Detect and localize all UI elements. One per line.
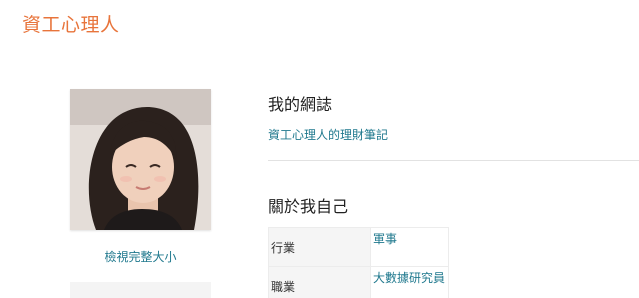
table-row: 行業 軍事 (268, 227, 449, 267)
avatar-photo (70, 89, 211, 230)
occupation-label: 職業 (268, 266, 371, 298)
blog-title[interactable]: 資工心理人 (22, 12, 120, 38)
industry-label: 行業 (268, 227, 371, 267)
blog-link[interactable]: 資工心理人的理財筆記 (268, 127, 388, 143)
view-full-size-link[interactable]: 檢視完整大小 (70, 249, 211, 265)
table-row: 職業 大數據研究員 (268, 266, 449, 298)
profile-avatar[interactable] (70, 89, 211, 230)
my-blogs-heading: 我的網誌 (268, 95, 333, 114)
section-divider (268, 160, 639, 161)
occupation-value-link[interactable]: 大數據研究員 (370, 266, 449, 298)
profile-info-table: 行業 軍事 職業 大數據研究員 (268, 227, 449, 298)
sidebar-panel (70, 282, 211, 298)
industry-value-link[interactable]: 軍事 (370, 227, 449, 267)
profile-page: 資工心理人 檢視完整大小 我的網誌 資工心理人的理財筆記 關於我自己 行業 軍事… (0, 0, 639, 298)
about-me-heading: 關於我自己 (268, 197, 349, 216)
